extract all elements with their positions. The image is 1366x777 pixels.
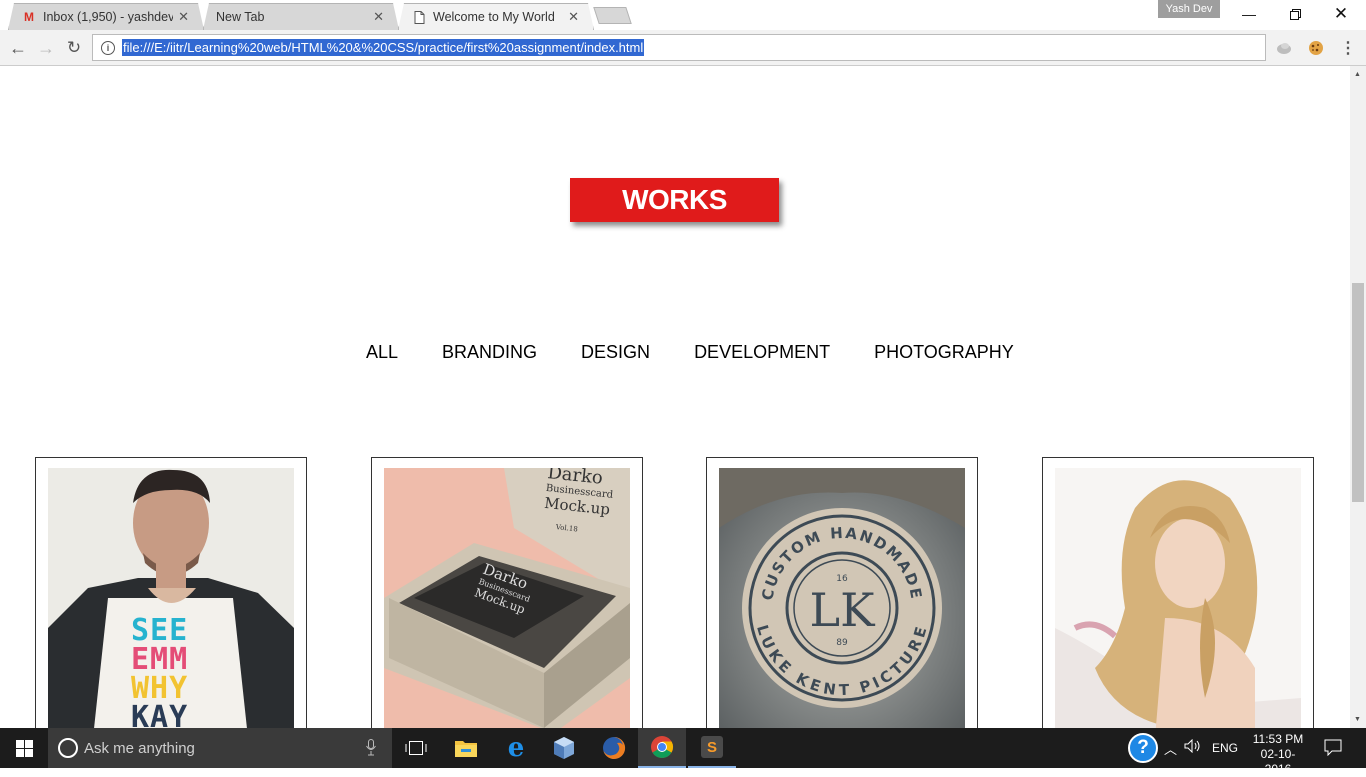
stamp-initials: LK xyxy=(810,583,877,637)
gmail-icon: M xyxy=(24,10,34,24)
clock-date: 02-10-2016 xyxy=(1260,747,1296,776)
microphone-icon[interactable] xyxy=(366,739,376,760)
shirt-text-line: WHY xyxy=(131,671,189,706)
shirt-print: SEE EMM WHY KAY xyxy=(131,613,189,729)
tshirt-portrait-image: SEE EMM WHY KAY xyxy=(48,468,294,728)
tab-welcome[interactable]: Welcome to My World ✕ xyxy=(398,3,594,30)
help-icon[interactable]: ? xyxy=(1128,733,1158,763)
chevron-up-icon[interactable]: ︿ xyxy=(1164,739,1177,758)
works-heading: WORKS xyxy=(570,178,779,222)
filter-all[interactable]: ALL xyxy=(366,342,398,368)
close-window-icon[interactable]: ✕ xyxy=(1318,0,1364,28)
filter-photography[interactable]: PHOTOGRAPHY xyxy=(874,342,1014,368)
sublime-text-icon[interactable]: S xyxy=(688,728,736,768)
minimize-icon[interactable]: — xyxy=(1226,0,1272,28)
scroll-down-icon[interactable]: ▼ xyxy=(1354,716,1361,723)
shirt-text-line: SEE xyxy=(131,613,189,648)
url-text[interactable]: file:///E:/iitr/Learning%20web/HTML%20&%… xyxy=(122,39,645,56)
work-card-portrait[interactable] xyxy=(1042,457,1314,728)
filter-development[interactable]: DEVELOPMENT xyxy=(694,342,830,368)
tab-title: Inbox (1,950) - yashdev1⁠ xyxy=(43,10,173,24)
shirt-text-line: EMM xyxy=(131,642,189,677)
work-card-businesscard[interactable]: Darko Businesscard Mock.up Vol.18 Darko … xyxy=(371,457,643,728)
browser-toolbar: ← → ↻ i file:///E:/iitr/Learning%20web/H… xyxy=(0,30,1366,66)
menu-icon[interactable]: ⋮ xyxy=(1338,38,1358,58)
filter-nav: ALL BRANDING DESIGN DEVELOPMENT PHOTOGRA… xyxy=(366,342,1058,368)
back-icon[interactable]: ← xyxy=(5,35,31,61)
tab-title: New Tab xyxy=(216,10,265,24)
tab-title: Welcome to My World xyxy=(433,10,555,24)
scroll-up-icon[interactable]: ▲ xyxy=(1354,71,1361,78)
filter-design[interactable]: DESIGN xyxy=(581,342,650,368)
firefox-icon[interactable] xyxy=(590,728,638,768)
profile-button[interactable]: Yash Dev xyxy=(1158,0,1220,18)
tab-inbox[interactable]: M Inbox (1,950) - yashdev1⁠ ✕ xyxy=(8,3,204,30)
chrome-icon[interactable] xyxy=(638,728,686,768)
blonde-portrait-image xyxy=(1055,468,1301,728)
virtualbox-icon[interactable] xyxy=(540,728,588,768)
page-icon xyxy=(411,9,427,25)
task-view-icon[interactable] xyxy=(392,728,440,768)
cortana-icon xyxy=(58,738,78,758)
clock[interactable]: 11:53 PM 02-10-2016 xyxy=(1248,732,1308,777)
work-card-stamp[interactable]: CUSTOM HANDMADE LUKE KENT PICTURE LK 16 … xyxy=(706,457,978,728)
restore-icon[interactable] xyxy=(1272,0,1318,28)
windows-taskbar: Ask me anything e S ? ︿ ENG 11:53 PM 02-… xyxy=(0,728,1366,776)
handmade-stamp-image: CUSTOM HANDMADE LUKE KENT PICTURE LK 16 … xyxy=(719,468,965,728)
close-tab-icon[interactable]: ✕ xyxy=(568,9,579,25)
businesscard-mockup-image: Darko Businesscard Mock.up Vol.18 Darko … xyxy=(384,468,630,728)
shirt-text-line: KAY xyxy=(131,700,189,729)
work-card-tshirt[interactable]: SEE EMM WHY KAY xyxy=(35,457,307,728)
action-center-icon[interactable] xyxy=(1324,739,1342,759)
cortana-search-box[interactable]: Ask me anything xyxy=(48,728,392,768)
page-viewport: WORKS ALL BRANDING DESIGN DEVELOPMENT PH… xyxy=(0,66,1350,728)
clock-time: 11:53 PM xyxy=(1252,732,1304,746)
stamp-number-top: 16 xyxy=(836,574,848,584)
reload-icon[interactable]: ↻ xyxy=(61,35,87,61)
tab-strip: M Inbox (1,950) - yashdev1⁠ ✕ New Tab ✕ … xyxy=(0,0,1366,30)
new-tab-button[interactable] xyxy=(593,7,632,24)
filter-branding[interactable]: BRANDING xyxy=(442,342,537,368)
system-tray: ? ︿ ENG 11:53 PM 02-10-2016 xyxy=(1126,728,1366,776)
close-tab-icon[interactable]: ✕ xyxy=(373,9,384,25)
info-icon[interactable]: i xyxy=(101,40,115,55)
extension-icon[interactable] xyxy=(1274,38,1294,58)
volume-icon[interactable] xyxy=(1184,738,1202,756)
file-explorer-icon[interactable] xyxy=(442,728,490,768)
scroll-thumb[interactable] xyxy=(1352,283,1364,502)
search-placeholder: Ask me anything xyxy=(84,739,195,757)
mockup-lid-label: Darko Businesscard Mock.up Vol.18 xyxy=(542,468,616,537)
page-scrollbar[interactable]: ▲ ▼ xyxy=(1350,66,1366,728)
close-tab-icon[interactable]: ✕ xyxy=(178,9,189,25)
stamp-number-bottom: 89 xyxy=(836,638,848,648)
address-bar[interactable]: i file:///E:/iitr/Learning%20web/HTML%20… xyxy=(92,34,1266,61)
edge-browser-icon[interactable]: e xyxy=(492,728,540,768)
cookie-icon[interactable] xyxy=(1306,38,1326,58)
windows-start-icon[interactable] xyxy=(0,728,48,768)
language-indicator[interactable]: ENG xyxy=(1212,741,1238,755)
forward-icon[interactable]: → xyxy=(33,35,59,61)
tab-new-tab[interactable]: New Tab ✕ xyxy=(203,3,399,30)
